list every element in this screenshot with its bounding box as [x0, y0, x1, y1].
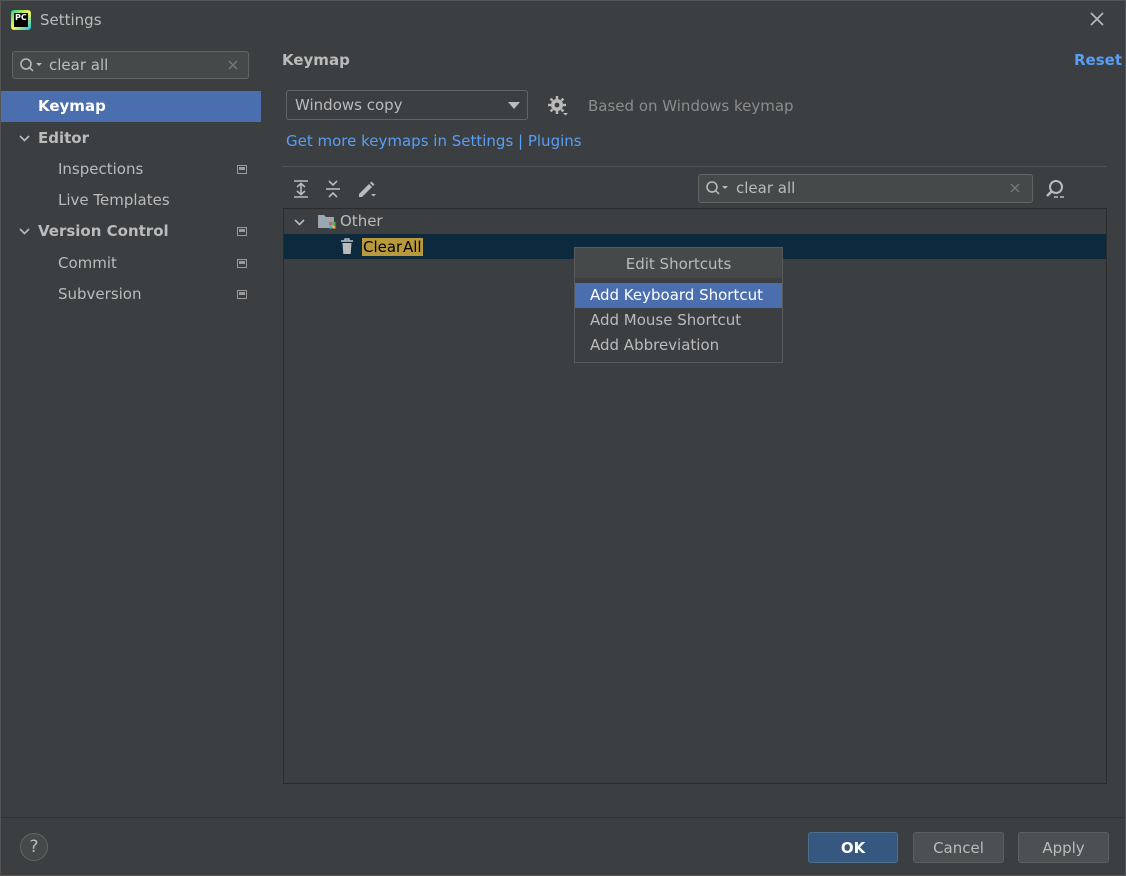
footer-divider	[1, 817, 1125, 818]
project-level-icon	[237, 259, 247, 268]
find-shortcut-icon[interactable]	[1045, 179, 1067, 199]
app-icon: PC	[11, 10, 31, 30]
project-level-icon	[237, 290, 247, 299]
collapse-all-icon[interactable]	[323, 179, 343, 199]
search-icon[interactable]	[705, 180, 731, 196]
reset-link[interactable]: Reset	[1074, 51, 1122, 69]
page-title: Keymap	[282, 51, 350, 69]
gear-icon[interactable]	[547, 95, 569, 117]
sidebar-item-label: Editor	[38, 129, 89, 147]
chevron-down-icon[interactable]	[18, 225, 31, 238]
sidebar-item-commit[interactable]: Commit	[1, 248, 261, 279]
sidebar-item-label: Inspections	[58, 160, 144, 178]
close-icon[interactable]	[1087, 9, 1107, 29]
edit-icon[interactable]	[356, 179, 378, 199]
expand-all-icon[interactable]	[291, 179, 311, 199]
menu-item-add-mouse-shortcut[interactable]: Add Mouse Shortcut	[575, 308, 782, 333]
keymap-select[interactable]: Windows copy	[286, 90, 528, 120]
sidebar-item-editor[interactable]: Editor	[1, 123, 261, 154]
popup-header: Edit Shortcuts	[575, 248, 782, 278]
tree-group-label: Other	[340, 212, 383, 230]
sidebar: Keymap Editor Inspections Live Templates…	[1, 39, 261, 817]
sidebar-item-label: Version Control	[38, 222, 169, 240]
keymap-search[interactable]	[698, 174, 1033, 203]
based-on-label: Based on Windows keymap	[588, 97, 794, 115]
project-level-icon	[237, 227, 247, 236]
project-level-icon	[237, 165, 247, 174]
folder-icon	[318, 215, 336, 229]
keymap-search-input[interactable]	[736, 178, 986, 198]
apply-button[interactable]: Apply	[1018, 832, 1109, 863]
sidebar-item-subversion[interactable]: Subversion	[1, 279, 261, 310]
cancel-button[interactable]: Cancel	[913, 832, 1004, 863]
title-bar: PC Settings	[1, 1, 1125, 39]
chevron-down-icon[interactable]	[18, 132, 31, 145]
keymap-select-value: Windows copy	[295, 96, 403, 114]
help-icon[interactable]: ?	[20, 833, 48, 861]
clear-icon[interactable]	[226, 58, 240, 72]
search-icon[interactable]	[19, 57, 45, 73]
sidebar-search[interactable]	[12, 51, 249, 79]
menu-item-add-abbreviation[interactable]: Add Abbreviation	[575, 333, 782, 358]
window-title: Settings	[40, 11, 102, 29]
sidebar-item-keymap[interactable]: Keymap	[1, 91, 261, 122]
main-panel: Keymap Reset Windows copy Based on Windo…	[262, 39, 1125, 817]
sidebar-item-live-templates[interactable]: Live Templates	[1, 185, 261, 216]
sidebar-item-label: Commit	[58, 254, 117, 272]
sidebar-item-label: Keymap	[38, 97, 106, 115]
sidebar-item-version-control[interactable]: Version Control	[1, 216, 261, 247]
sidebar-item-inspections[interactable]: Inspections	[1, 154, 261, 185]
sidebar-item-label: Subversion	[58, 285, 142, 303]
dropdown-arrow-icon	[508, 102, 520, 109]
tree-group-other[interactable]: Other	[284, 209, 1106, 234]
sidebar-search-input[interactable]	[49, 55, 219, 75]
chevron-down-icon[interactable]	[293, 216, 306, 229]
menu-item-add-keyboard-shortcut[interactable]: Add Keyboard Shortcut	[575, 283, 782, 308]
ok-button[interactable]: OK	[808, 832, 898, 863]
settings-window: PC Settings Keymap Editor	[0, 0, 1126, 876]
sidebar-item-label: Live Templates	[58, 191, 170, 209]
plugins-link[interactable]: Get more keymaps in Settings | Plugins	[286, 132, 582, 150]
divider	[282, 166, 1107, 167]
search-highlight: Clear	[362, 238, 404, 256]
trash-icon	[341, 238, 353, 254]
clear-icon[interactable]	[1009, 182, 1021, 194]
edit-shortcuts-popup: Edit Shortcuts Add Keyboard Shortcut Add…	[574, 247, 783, 363]
search-highlight: All	[402, 238, 423, 256]
